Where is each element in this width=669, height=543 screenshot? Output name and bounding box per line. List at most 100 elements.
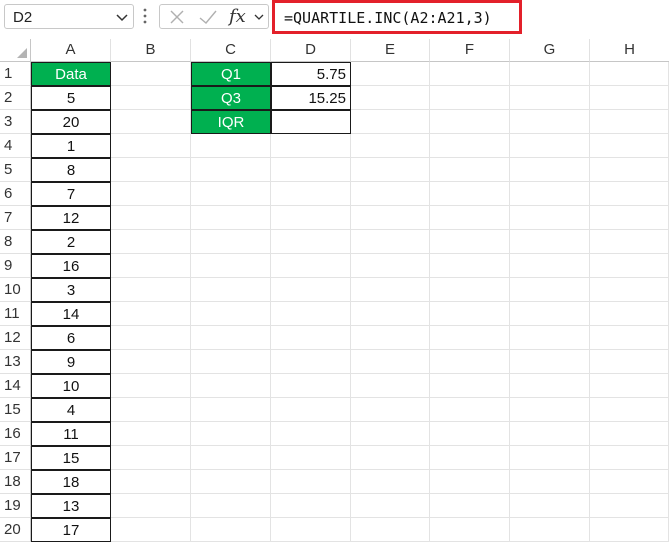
cell-f4[interactable]	[430, 134, 510, 158]
cell-a16[interactable]: 11	[31, 422, 111, 446]
column-header-a[interactable]: A	[31, 39, 111, 62]
row-header-6[interactable]: 6	[0, 182, 31, 206]
row-header-5[interactable]: 5	[0, 158, 31, 182]
cell-d6[interactable]	[271, 182, 351, 206]
cell-g5[interactable]	[510, 158, 590, 182]
cell-h14[interactable]	[590, 374, 669, 398]
cell-b10[interactable]	[111, 278, 191, 302]
cell-a17[interactable]: 15	[31, 446, 111, 470]
cell-f8[interactable]	[430, 230, 510, 254]
cell-e4[interactable]	[351, 134, 430, 158]
cell-b18[interactable]	[111, 470, 191, 494]
row-header-17[interactable]: 17	[0, 446, 31, 470]
row-header-16[interactable]: 16	[0, 422, 31, 446]
cell-g10[interactable]	[510, 278, 590, 302]
cell-d11[interactable]	[271, 302, 351, 326]
cell-d7[interactable]	[271, 206, 351, 230]
cell-h10[interactable]	[590, 278, 669, 302]
row-header-9[interactable]: 9	[0, 254, 31, 278]
cell-h18[interactable]	[590, 470, 669, 494]
cell-a8[interactable]: 2	[31, 230, 111, 254]
row-header-13[interactable]: 13	[0, 350, 31, 374]
cell-h2[interactable]	[590, 86, 669, 110]
cell-h19[interactable]	[590, 494, 669, 518]
row-header-8[interactable]: 8	[0, 230, 31, 254]
row-header-2[interactable]: 2	[0, 86, 31, 110]
cell-c1[interactable]: Q1	[191, 62, 271, 86]
cell-c5[interactable]	[191, 158, 271, 182]
cell-e18[interactable]	[351, 470, 430, 494]
cell-b20[interactable]	[111, 518, 191, 542]
cell-e14[interactable]	[351, 374, 430, 398]
cell-d3[interactable]	[271, 110, 351, 134]
cell-c14[interactable]	[191, 374, 271, 398]
cell-f9[interactable]	[430, 254, 510, 278]
cell-d19[interactable]	[271, 494, 351, 518]
cell-a20[interactable]: 17	[31, 518, 111, 542]
cell-e2[interactable]	[351, 86, 430, 110]
cell-b2[interactable]	[111, 86, 191, 110]
cell-f13[interactable]	[430, 350, 510, 374]
row-header-1[interactable]: 1	[0, 62, 31, 86]
cell-g4[interactable]	[510, 134, 590, 158]
cell-c13[interactable]	[191, 350, 271, 374]
cell-g7[interactable]	[510, 206, 590, 230]
cell-e11[interactable]	[351, 302, 430, 326]
row-header-18[interactable]: 18	[0, 470, 31, 494]
cell-c15[interactable]	[191, 398, 271, 422]
cell-a14[interactable]: 10	[31, 374, 111, 398]
cell-c4[interactable]	[191, 134, 271, 158]
cell-f14[interactable]	[430, 374, 510, 398]
cell-c17[interactable]	[191, 446, 271, 470]
cell-d20[interactable]	[271, 518, 351, 542]
cell-g8[interactable]	[510, 230, 590, 254]
cell-b9[interactable]	[111, 254, 191, 278]
cell-d4[interactable]	[271, 134, 351, 158]
cell-g17[interactable]	[510, 446, 590, 470]
cell-e13[interactable]	[351, 350, 430, 374]
cell-c2[interactable]: Q3	[191, 86, 271, 110]
cell-g1[interactable]	[510, 62, 590, 86]
row-header-11[interactable]: 11	[0, 302, 31, 326]
cell-f10[interactable]	[430, 278, 510, 302]
cell-g9[interactable]	[510, 254, 590, 278]
cell-a18[interactable]: 18	[31, 470, 111, 494]
cell-c9[interactable]	[191, 254, 271, 278]
cell-f20[interactable]	[430, 518, 510, 542]
cancel-icon[interactable]	[168, 8, 186, 26]
cell-e15[interactable]	[351, 398, 430, 422]
formula-input[interactable]: =QUARTILE.INC(A2:A21,3)	[272, 0, 522, 34]
cell-b12[interactable]	[111, 326, 191, 350]
cell-h12[interactable]	[590, 326, 669, 350]
cell-e9[interactable]	[351, 254, 430, 278]
cell-b3[interactable]	[111, 110, 191, 134]
cell-b8[interactable]	[111, 230, 191, 254]
cell-h8[interactable]	[590, 230, 669, 254]
enter-check-icon[interactable]	[198, 8, 218, 26]
cell-b11[interactable]	[111, 302, 191, 326]
cell-g15[interactable]	[510, 398, 590, 422]
cell-h13[interactable]	[590, 350, 669, 374]
cell-e1[interactable]	[351, 62, 430, 86]
column-header-g[interactable]: G	[510, 39, 590, 62]
cell-b7[interactable]	[111, 206, 191, 230]
cell-g16[interactable]	[510, 422, 590, 446]
cell-h15[interactable]	[590, 398, 669, 422]
cell-b16[interactable]	[111, 422, 191, 446]
cell-a9[interactable]: 16	[31, 254, 111, 278]
row-header-10[interactable]: 10	[0, 278, 31, 302]
row-header-4[interactable]: 4	[0, 134, 31, 158]
cell-a2[interactable]: 5	[31, 86, 111, 110]
cell-e12[interactable]	[351, 326, 430, 350]
cell-e3[interactable]	[351, 110, 430, 134]
cell-f1[interactable]	[430, 62, 510, 86]
cell-b1[interactable]	[111, 62, 191, 86]
cell-c20[interactable]	[191, 518, 271, 542]
cell-b15[interactable]	[111, 398, 191, 422]
more-options-icon[interactable]	[141, 6, 149, 26]
row-header-14[interactable]: 14	[0, 374, 31, 398]
cell-g11[interactable]	[510, 302, 590, 326]
cell-a6[interactable]: 7	[31, 182, 111, 206]
cell-c10[interactable]	[191, 278, 271, 302]
cell-f11[interactable]	[430, 302, 510, 326]
